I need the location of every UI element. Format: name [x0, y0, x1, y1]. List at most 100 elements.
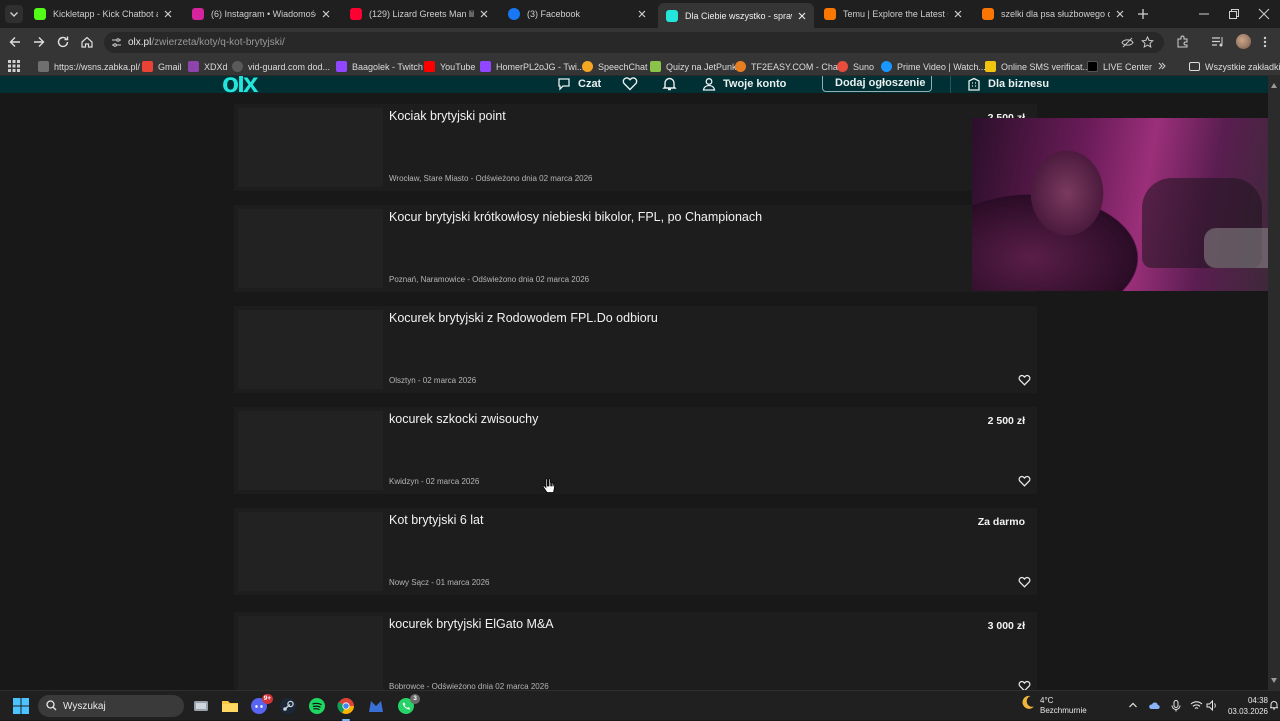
bookmark-homer-twitch[interactable]: HomerPL2oJG - Twi... [480, 60, 584, 73]
system-clock[interactable]: 04:38 03.03.2026 [1222, 695, 1268, 717]
tab-olx-active[interactable]: Dla Ciebie wszystko - sprawdź [658, 3, 814, 28]
bookmark-online-sms[interactable]: Online SMS verificat... [985, 60, 1090, 73]
extensions-puzzle-icon[interactable] [1176, 35, 1189, 48]
close-icon[interactable] [162, 8, 174, 20]
tab-instagram[interactable]: (6) Instagram • Wiadomości [184, 3, 338, 25]
listing-card[interactable]: kocurek szkocki zwisouchy 2 500 zł Kwidz… [234, 407, 1037, 494]
spotify-icon[interactable] [307, 696, 327, 716]
tab-youtube[interactable]: (129) Lizard Greets Man like a D [342, 3, 496, 25]
listing-thumbnail[interactable] [238, 411, 383, 490]
favorite-heart-icon[interactable] [1018, 576, 1031, 588]
close-icon[interactable] [478, 8, 490, 20]
bookmark-star-icon[interactable] [1141, 36, 1154, 49]
listing-thumbnail[interactable] [238, 512, 383, 591]
tab-temu-szelki[interactable]: szelki dla psa służbowego odb [974, 3, 1132, 25]
favorite-heart-icon[interactable] [1018, 374, 1031, 386]
scroll-up-icon[interactable] [1271, 83, 1277, 88]
bookmark-gmail[interactable]: Gmail [142, 60, 182, 73]
bookmark-suno[interactable]: Suno [837, 60, 874, 73]
close-icon[interactable] [796, 10, 808, 22]
business-link[interactable]: Dla biznesu [967, 77, 1049, 91]
listing-card[interactable]: Kot brytyjski 6 lat Za darmo Nowy Sącz -… [234, 508, 1037, 595]
close-window-icon[interactable] [1258, 8, 1270, 20]
bookmark-zabka[interactable]: https://wsns.zabka.pl/ [38, 60, 140, 73]
weather-widget[interactable]: 4°C Bezchmurnie [1020, 694, 1087, 715]
home-icon[interactable] [80, 35, 94, 49]
site-info-icon[interactable] [111, 37, 122, 48]
bookmark-tf2easy[interactable]: TF2EASY.COM - Cha... [735, 60, 845, 73]
listing-title[interactable]: kocurek brytyjski ElGato M&A [389, 617, 554, 631]
listing-thumbnail[interactable] [238, 616, 383, 690]
close-icon[interactable] [636, 8, 648, 20]
listing-title[interactable]: Kocur brytyjski krótkowłosy niebieski bi… [389, 210, 762, 224]
wifi-icon[interactable] [1190, 700, 1203, 711]
volume-icon[interactable] [1206, 700, 1218, 711]
tab-facebook[interactable]: (3) Facebook [500, 3, 654, 25]
bookmark-label: Quizy na JetPunk [666, 61, 737, 72]
listing-thumbnail[interactable] [238, 108, 383, 187]
tab-search-button[interactable] [5, 5, 23, 23]
tracking-blocked-eye-icon[interactable] [1121, 36, 1134, 49]
address-bar[interactable]: olx.pl/zwierzeta/koty/q-kot-brytyjski/ [104, 32, 1164, 53]
chrome-menu-icon[interactable] [1262, 35, 1268, 49]
chrome-icon[interactable] [336, 696, 356, 721]
listing-card[interactable]: kocurek brytyjski ElGato M&A 3 000 zł Bo… [234, 612, 1037, 690]
page-scrollbar[interactable] [1268, 76, 1280, 690]
bookmark-speechchat[interactable]: SpeechChat [582, 60, 648, 73]
discord-icon[interactable]: 9+ [249, 694, 273, 716]
all-bookmarks-folder[interactable]: Wszystkie zakładki [1189, 60, 1280, 73]
listing-card[interactable]: Kocurek brytyjski z Rodowodem FPL.Do odb… [234, 306, 1037, 393]
bookmark-youtube[interactable]: YouTube [424, 60, 475, 73]
more-bookmarks-chevron-icon[interactable] [1157, 61, 1167, 71]
bookmark-prime-video[interactable]: Prime Video | Watch... [881, 60, 986, 73]
bookmark-vidguard[interactable]: vid-guard.com dod... [232, 60, 330, 73]
favorite-heart-icon[interactable] [1018, 475, 1031, 487]
taskbar-search[interactable]: Wyszukaj [38, 695, 184, 717]
listing-title[interactable]: Kot brytyjski 6 lat [389, 513, 483, 527]
bookmark-xdxd[interactable]: XDXd [188, 60, 228, 73]
reload-icon[interactable] [56, 35, 70, 49]
close-icon[interactable] [320, 8, 332, 20]
listing-title[interactable]: Kocurek brytyjski z Rodowodem FPL.Do odb… [389, 311, 658, 325]
whatsapp-icon[interactable]: 3 [396, 694, 420, 716]
show-hidden-icons-chevron-icon[interactable] [1128, 700, 1138, 710]
microphone-icon[interactable] [1171, 700, 1181, 712]
olx-logo[interactable]: olx [222, 76, 258, 93]
close-icon[interactable] [1114, 8, 1126, 20]
listing-card[interactable]: Kocur brytyjski krótkowłosy niebieski bi… [234, 205, 1037, 292]
notifications-bell-icon[interactable] [662, 76, 677, 91]
account-link[interactable]: Twoje konto [702, 77, 786, 91]
bookmark-live-center[interactable]: LIVE Center [1087, 60, 1152, 73]
listing-title[interactable]: kocurek szkocki zwisouchy [389, 412, 538, 426]
forward-arrow-icon[interactable] [32, 35, 46, 49]
listing-thumbnail[interactable] [238, 209, 383, 288]
restore-icon[interactable] [1228, 8, 1240, 20]
listing-card[interactable]: Kociak brytyjski point 2 500 zł Wrocław,… [234, 104, 1037, 191]
back-arrow-icon[interactable] [8, 35, 22, 49]
apps-grid-icon[interactable] [8, 60, 20, 72]
file-explorer-icon[interactable] [220, 696, 240, 716]
cloud-sync-icon[interactable] [1148, 700, 1160, 711]
tab-kicklet[interactable]: Kickletapp - Kick Chatbot and [26, 3, 180, 25]
chat-link[interactable]: Czat [557, 77, 601, 91]
add-ad-button[interactable]: Dodaj ogłoszenie [822, 76, 932, 92]
profile-avatar[interactable] [1236, 34, 1251, 49]
windows-start-icon[interactable] [13, 698, 29, 714]
new-tab-plus-icon[interactable] [1136, 7, 1150, 21]
close-icon[interactable] [952, 8, 964, 20]
favorites-heart-icon[interactable] [622, 76, 638, 91]
bookmark-favicon-icon [232, 61, 243, 72]
listing-thumbnail[interactable] [238, 310, 383, 389]
media-controls-icon[interactable] [1211, 35, 1224, 48]
notification-bell-icon[interactable] [1270, 700, 1278, 710]
tab-temu[interactable]: Temu | Explore the Latest Cloth [816, 3, 970, 25]
listing-title[interactable]: Kociak brytyjski point [389, 109, 506, 123]
bookmark-jetpunk[interactable]: Quizy na JetPunk [650, 60, 737, 73]
scroll-down-icon[interactable] [1271, 678, 1277, 683]
minimize-icon[interactable] [1198, 8, 1210, 20]
bookmark-baagolek-twitch[interactable]: Baagolek - Twitch [336, 60, 423, 73]
steam-icon[interactable] [278, 696, 298, 716]
favorite-heart-icon[interactable] [1018, 680, 1031, 690]
pet-app-icon[interactable] [366, 696, 386, 716]
task-view-icon[interactable] [191, 696, 211, 716]
